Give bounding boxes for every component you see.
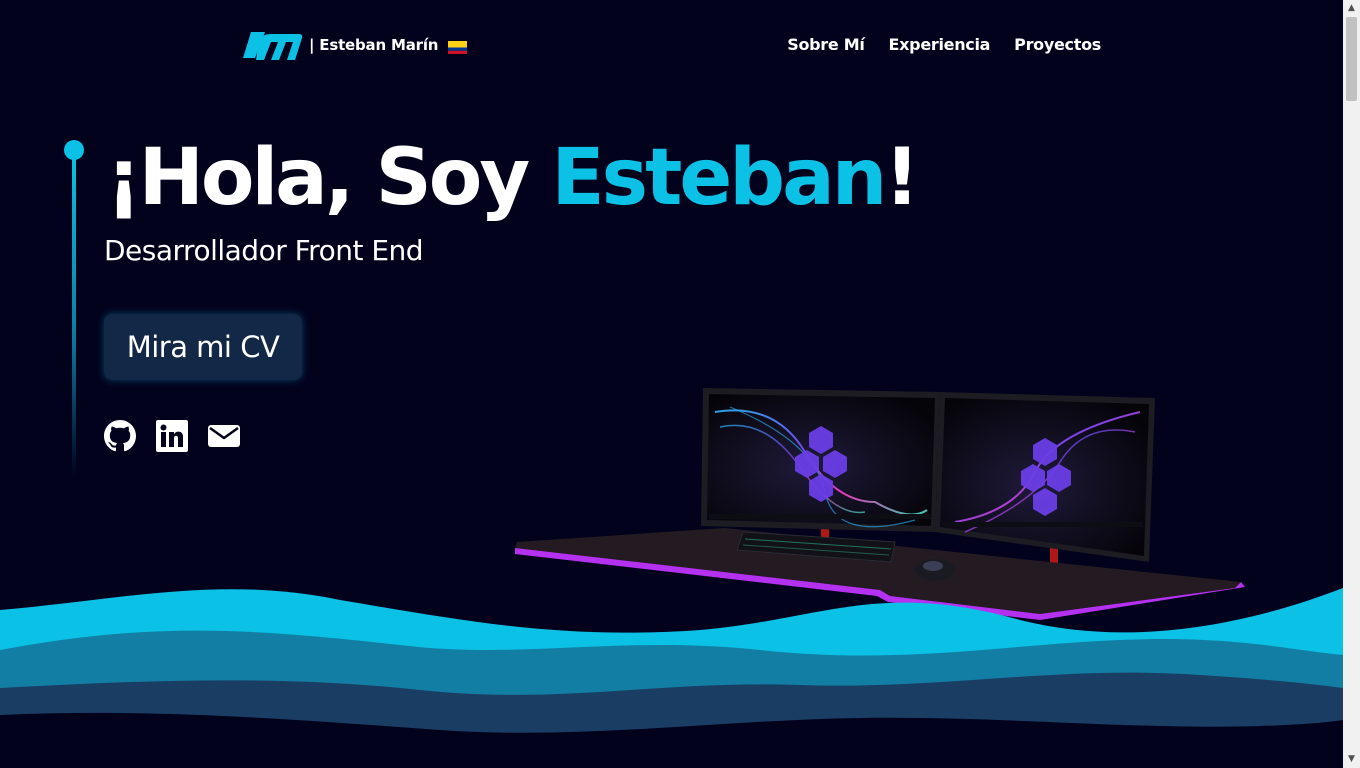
site-owner-name: | Esteban Marín [309,36,439,54]
cv-button[interactable]: Mira mi CV [104,314,302,380]
em-logo-icon [243,28,303,62]
hero-title-prefix: ¡Hola, Soy [106,133,552,223]
linkedin-link[interactable] [156,420,188,452]
linkedin-icon [156,420,188,452]
vertical-scrollbar[interactable]: ▲ ▼ [1343,0,1360,768]
portfolio-page: | Esteban Marín Sobre Mí Experiencia Pro… [0,0,1343,768]
timeline-line [72,156,76,476]
scroll-down-arrow-icon[interactable]: ▼ [1343,751,1360,768]
github-link[interactable] [104,420,136,452]
main-nav: Sobre Mí Experiencia Proyectos [787,35,1101,54]
nav-link-experiencia[interactable]: Experiencia [889,35,991,54]
nav-link-sobre-mi[interactable]: Sobre Mí [787,35,865,54]
mail-icon [208,425,240,447]
nav-link-proyectos[interactable]: Proyectos [1014,35,1101,54]
github-icon [104,420,136,452]
email-link[interactable] [208,420,240,452]
hero-title-name: Esteban [551,133,887,223]
social-links [104,420,240,452]
wave-decoration [0,580,1343,768]
colombia-flag-icon [448,39,468,54]
site-logo[interactable]: | Esteban Marín [243,28,468,62]
scroll-up-arrow-icon[interactable]: ▲ [1343,0,1360,17]
hero-title: ¡Hola, Soy Esteban! [106,130,920,226]
hero-subtitle: Desarrollador Front End [104,234,424,267]
scrollbar-thumb[interactable] [1346,17,1357,101]
hero-title-suffix: ! [884,133,920,223]
